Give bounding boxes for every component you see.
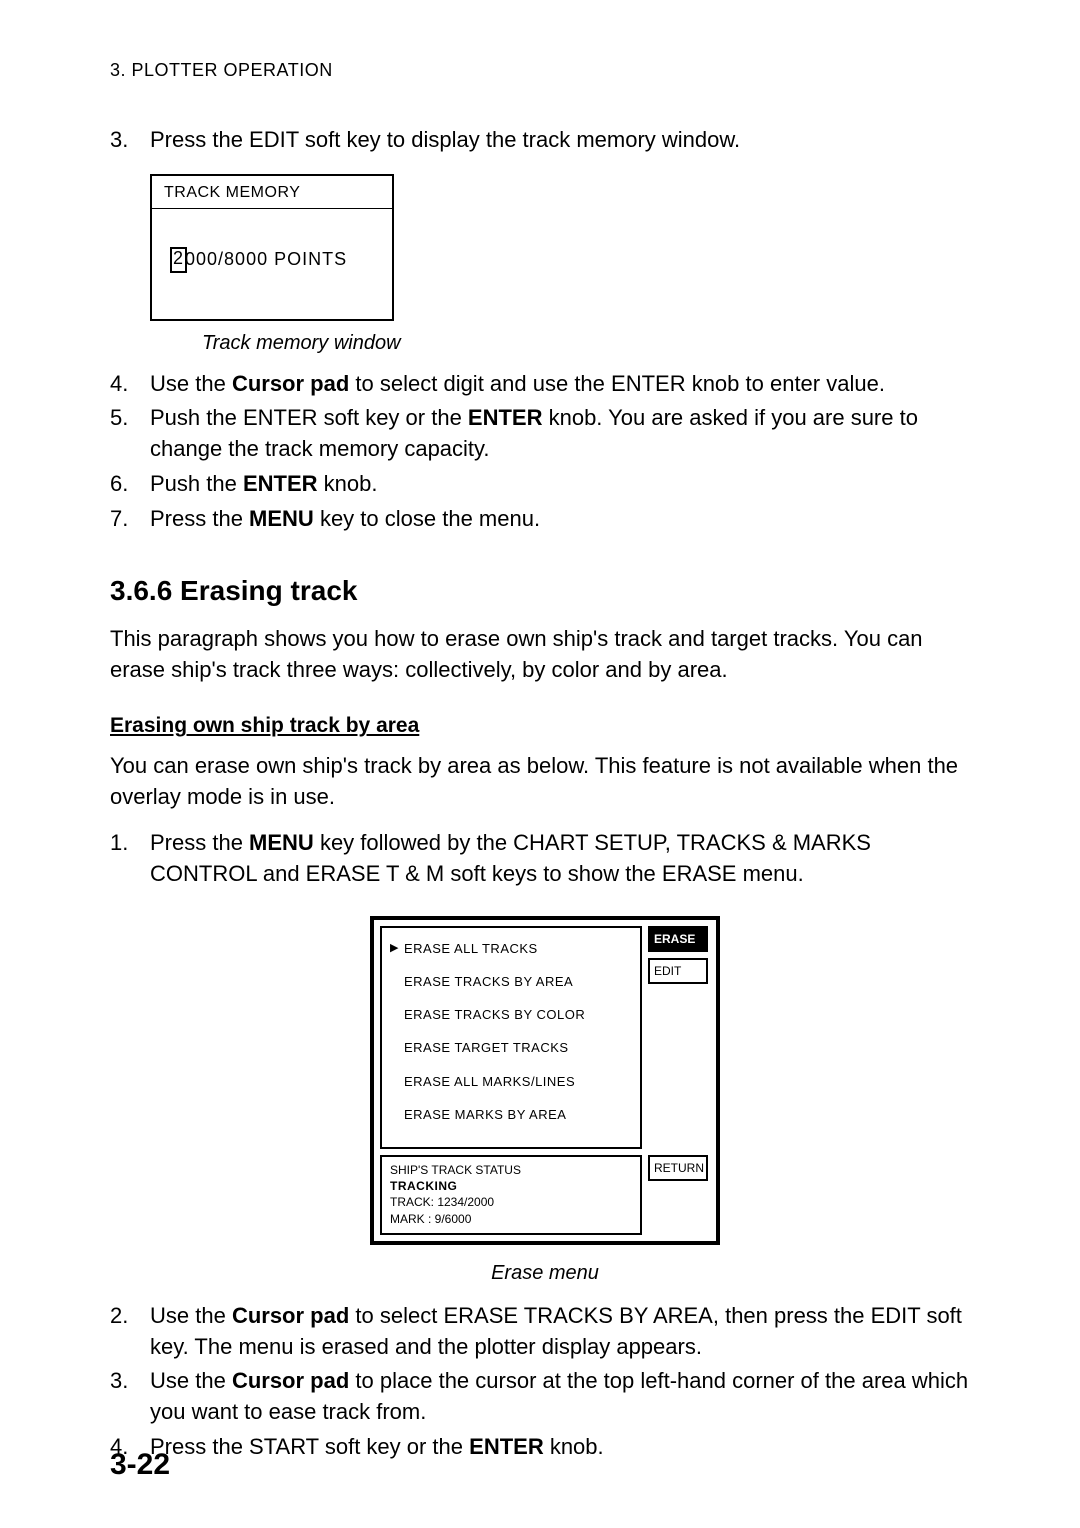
track-memory-title: TRACK MEMORY — [152, 176, 392, 209]
step-text: Press the MENU key to close the menu. — [150, 506, 540, 531]
step-number: 3. — [110, 125, 140, 156]
step-number: 4. — [110, 369, 140, 400]
softkey-erase: ERASE — [648, 926, 708, 952]
step-number: 5. — [110, 403, 140, 434]
pointer-icon: ▶ — [390, 941, 404, 956]
step-text: Press the MENU key followed by the CHART… — [150, 830, 871, 886]
step-4: 4. Use the Cursor pad to select digit an… — [110, 369, 980, 400]
step-number: 1. — [110, 828, 140, 859]
step-number: 3. — [110, 1366, 140, 1397]
step-5: 5. Push the ENTER soft key or the ENTER … — [110, 403, 980, 465]
step-text: Press the START soft key or the ENTER kn… — [150, 1434, 604, 1459]
step-number: 7. — [110, 504, 140, 535]
section-heading: 3.6.6 Erasing track — [110, 571, 980, 610]
step-7: 7. Press the MENU key to close the menu. — [110, 504, 980, 535]
erase-menu-item: ERASE ALL MARKS/LINES — [390, 1073, 630, 1091]
erase-menu-item: ▶ ERASE ALL TRACKS — [390, 940, 630, 958]
subsection-paragraph: You can erase own ship's track by area a… — [110, 751, 980, 813]
step-text: Push the ENTER soft key or the ENTER kno… — [150, 405, 918, 461]
step-text: Use the Cursor pad to select ERASE TRACK… — [150, 1303, 962, 1359]
step-6: 6. Push the ENTER knob. — [110, 469, 980, 500]
softkey-edit: EDIT — [648, 958, 708, 984]
step-text: Push the ENTER knob. — [150, 471, 377, 496]
sub-step-1: 1. Press the MENU key followed by the CH… — [110, 828, 980, 890]
erase-menu-caption: Erase menu — [110, 1259, 980, 1287]
sub-step-4: 4. Press the START soft key or the ENTER… — [110, 1432, 980, 1463]
track-memory-figure: TRACK MEMORY 2000/8000 POINTS Track memo… — [150, 174, 980, 357]
page-number: 3-22 — [110, 1444, 170, 1486]
erase-menu-figure: ▶ ERASE ALL TRACKS ERASE TRACKS BY AREA … — [110, 916, 980, 1245]
erase-menu-item: ERASE TRACKS BY AREA — [390, 973, 630, 991]
step-text: Use the Cursor pad to select digit and u… — [150, 371, 885, 396]
step-number: 2. — [110, 1301, 140, 1332]
running-header: 3. PLOTTER OPERATION — [110, 58, 980, 83]
erase-menu-list: ▶ ERASE ALL TRACKS ERASE TRACKS BY AREA … — [380, 926, 642, 1149]
erase-menu-item: ERASE TARGET TRACKS — [390, 1039, 630, 1057]
step-text: Press the EDIT soft key to display the t… — [150, 127, 740, 152]
erase-menu-item: ERASE TRACKS BY COLOR — [390, 1006, 630, 1024]
sub-step-2: 2. Use the Cursor pad to select ERASE TR… — [110, 1301, 980, 1363]
softkey-return: RETURN — [648, 1155, 708, 1181]
step-3: 3. Press the EDIT soft key to display th… — [110, 125, 980, 156]
erase-menu-status: SHIP'S TRACK STATUS TRACKING TRACK: 1234… — [380, 1155, 642, 1235]
sub-step-3: 3. Use the Cursor pad to place the curso… — [110, 1366, 980, 1428]
subsection-heading: Erasing own ship track by area — [110, 711, 980, 740]
track-memory-value: 000/8000 POINTS — [185, 247, 347, 272]
step-number: 6. — [110, 469, 140, 500]
section-paragraph: This paragraph shows you how to erase ow… — [110, 624, 980, 686]
track-memory-caption: Track memory window — [202, 329, 980, 357]
erase-menu-item: ERASE MARKS BY AREA — [390, 1106, 630, 1124]
step-text: Use the Cursor pad to place the cursor a… — [150, 1368, 968, 1424]
